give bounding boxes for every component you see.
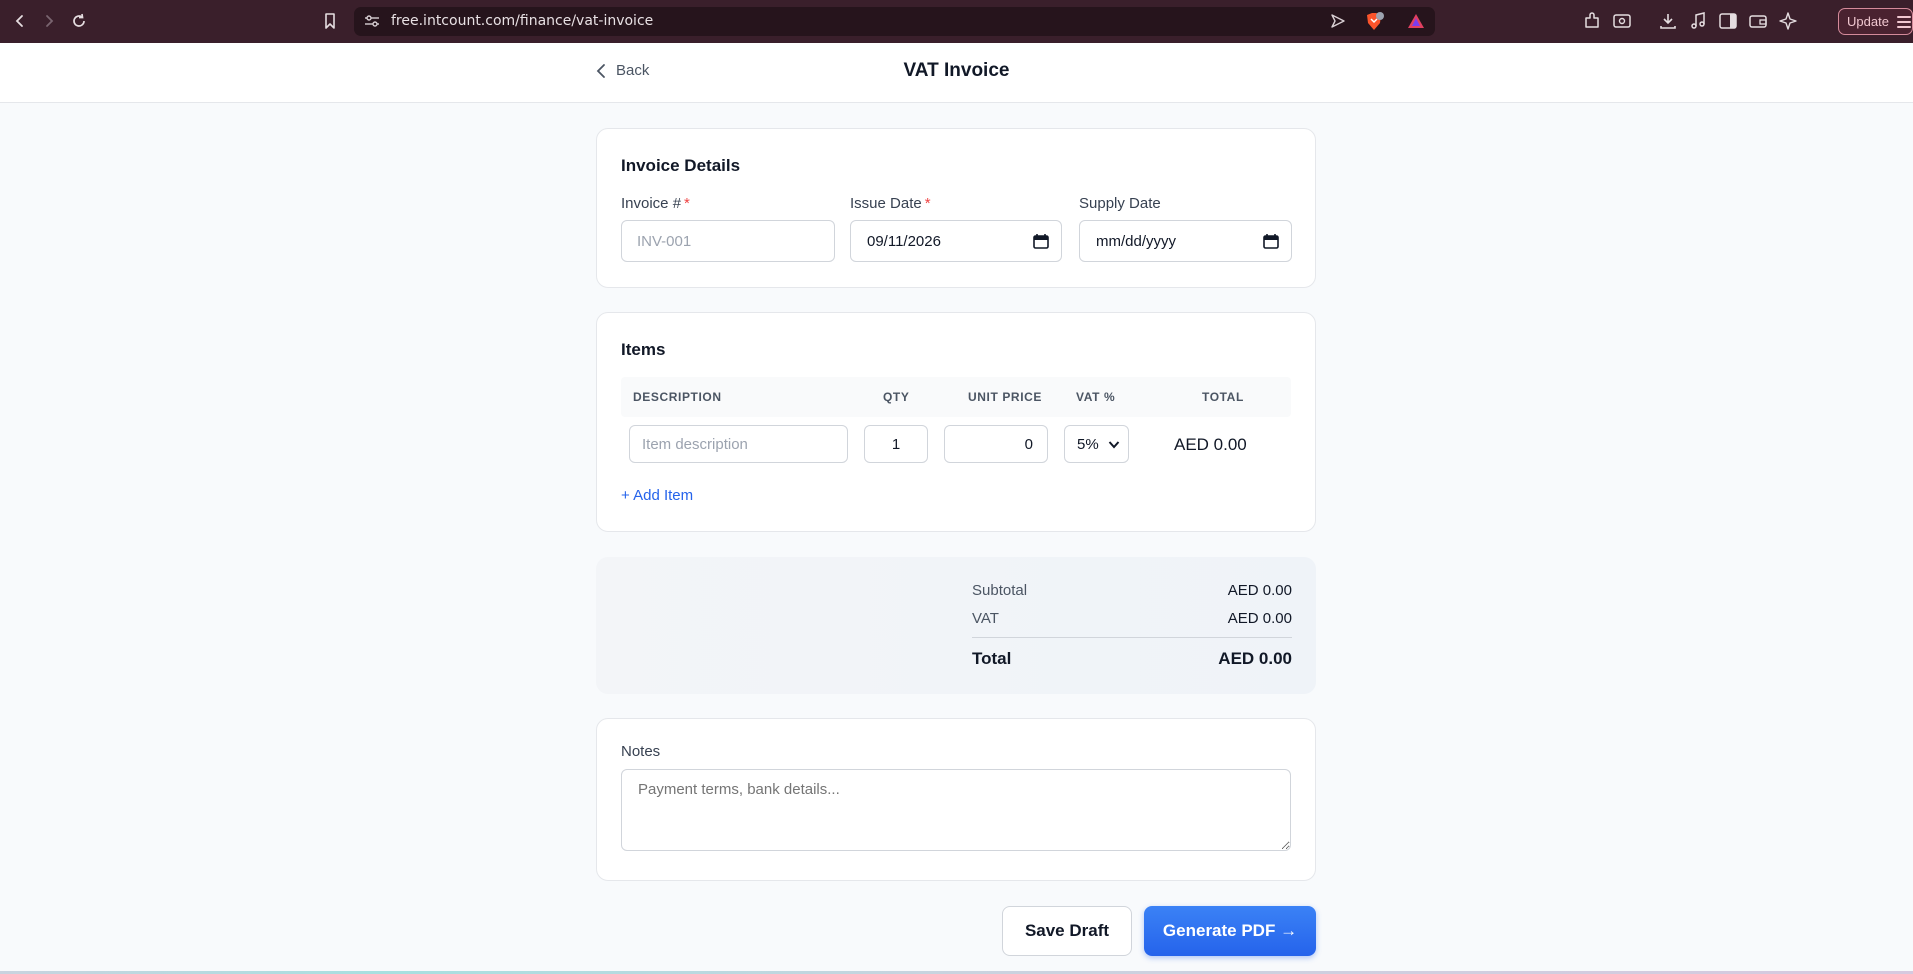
supply-date-placeholder: mm/dd/yyyy bbox=[1096, 232, 1177, 250]
music-icon[interactable] bbox=[1687, 10, 1709, 32]
forward-arrow-icon[interactable] bbox=[36, 8, 62, 34]
totals-panel: Subtotal AED 0.00 VAT AED 0.00 Total AED… bbox=[596, 557, 1316, 694]
calendar-icon[interactable] bbox=[1263, 233, 1279, 249]
column-header-vat: VAT % bbox=[1076, 390, 1116, 404]
total-label: Total bbox=[972, 649, 1012, 668]
add-item-button[interactable]: + Add Item bbox=[621, 487, 693, 504]
required-marker: * bbox=[924, 195, 931, 212]
column-header-qty: QTY bbox=[883, 390, 910, 404]
extensions-icon[interactable] bbox=[1581, 10, 1603, 32]
item-description-input[interactable]: Item description bbox=[629, 425, 848, 463]
app-header: Back VAT Invoice bbox=[0, 43, 1913, 103]
item-unit-price-input[interactable]: 0 bbox=[944, 425, 1048, 463]
address-bar[interactable]: free.intcount.com/finance/vat-invoice bbox=[354, 7, 1435, 36]
wallet-icon[interactable] bbox=[1747, 10, 1769, 32]
item-vat-value: 5% bbox=[1077, 435, 1099, 453]
column-header-total: TOTAL bbox=[1202, 390, 1244, 404]
subtotal-label: Subtotal bbox=[972, 582, 1028, 599]
invoice-number-input[interactable]: INV-001 bbox=[621, 220, 835, 262]
vat-row: VAT AED 0.00 bbox=[972, 610, 1292, 627]
items-heading: Items bbox=[621, 340, 666, 359]
browser-toolbar: free.intcount.com/finance/vat-invoice Up… bbox=[0, 0, 1913, 43]
vat-value: AED 0.00 bbox=[1227, 610, 1292, 627]
issue-date-input[interactable]: 09/11/2026 bbox=[850, 220, 1062, 262]
notes-textarea[interactable] bbox=[621, 769, 1291, 851]
back-arrow-icon[interactable] bbox=[7, 8, 33, 34]
download-icon[interactable] bbox=[1657, 10, 1679, 32]
brave-rewards-icon[interactable] bbox=[1407, 13, 1425, 34]
menu-icon bbox=[1896, 15, 1911, 28]
items-card: Items DESCRIPTION QTY UNIT PRICE VAT % T… bbox=[596, 312, 1316, 532]
subtotal-row: Subtotal AED 0.00 bbox=[972, 582, 1292, 599]
bookmark-icon[interactable] bbox=[317, 8, 343, 34]
reload-icon[interactable] bbox=[66, 8, 92, 34]
invoice-details-heading: Invoice Details bbox=[621, 156, 741, 175]
subtotal-value: AED 0.00 bbox=[1227, 582, 1292, 599]
vat-label: VAT bbox=[972, 610, 999, 627]
invoice-details-card: Invoice Details Invoice # * INV-001 Issue… bbox=[596, 128, 1316, 288]
issue-date-label: Issue Date * bbox=[850, 195, 931, 212]
item-vat-select[interactable]: 5% bbox=[1064, 425, 1129, 463]
total-row: Total AED 0.00 bbox=[972, 649, 1292, 669]
save-draft-button[interactable]: Save Draft bbox=[1002, 906, 1132, 956]
invoice-number-label: Invoice # * bbox=[621, 195, 690, 212]
issue-date-value: 09/11/2026 bbox=[867, 232, 941, 250]
item-total: AED 0.00 bbox=[1174, 435, 1247, 454]
notes-label: Notes bbox=[621, 743, 661, 760]
chevron-down-icon bbox=[1108, 441, 1120, 449]
invoice-number-label-text: Invoice # bbox=[621, 195, 682, 212]
column-header-unit-price: UNIT PRICE bbox=[968, 390, 1043, 404]
update-button[interactable]: Update bbox=[1838, 8, 1913, 35]
site-settings-icon[interactable] bbox=[364, 14, 380, 33]
sidebar-icon[interactable] bbox=[1717, 10, 1739, 32]
supply-date-input[interactable]: mm/dd/yyyy bbox=[1079, 220, 1292, 262]
issue-date-label-text: Issue Date bbox=[850, 195, 922, 212]
reader-mode-icon[interactable] bbox=[1611, 10, 1633, 32]
share-icon[interactable] bbox=[1331, 14, 1345, 33]
page-title: VAT Invoice bbox=[903, 60, 1010, 81]
notes-card: Notes bbox=[596, 718, 1316, 881]
generate-pdf-button[interactable]: Generate PDF → bbox=[1144, 906, 1316, 956]
calendar-icon[interactable] bbox=[1033, 233, 1049, 249]
brave-shields-icon[interactable] bbox=[1363, 12, 1385, 37]
item-qty-input[interactable]: 1 bbox=[864, 425, 928, 463]
update-label: Update bbox=[1847, 14, 1889, 29]
items-table-header: DESCRIPTION QTY UNIT PRICE VAT % TOTAL bbox=[621, 377, 1291, 417]
supply-date-label: Supply Date bbox=[1079, 195, 1161, 212]
totals-divider bbox=[972, 637, 1292, 638]
required-marker: * bbox=[684, 195, 690, 212]
leo-ai-icon[interactable] bbox=[1777, 10, 1799, 32]
url-text: free.intcount.com/finance/vat-invoice bbox=[391, 13, 654, 29]
column-header-description: DESCRIPTION bbox=[633, 390, 722, 404]
total-value: AED 0.00 bbox=[1218, 649, 1292, 668]
